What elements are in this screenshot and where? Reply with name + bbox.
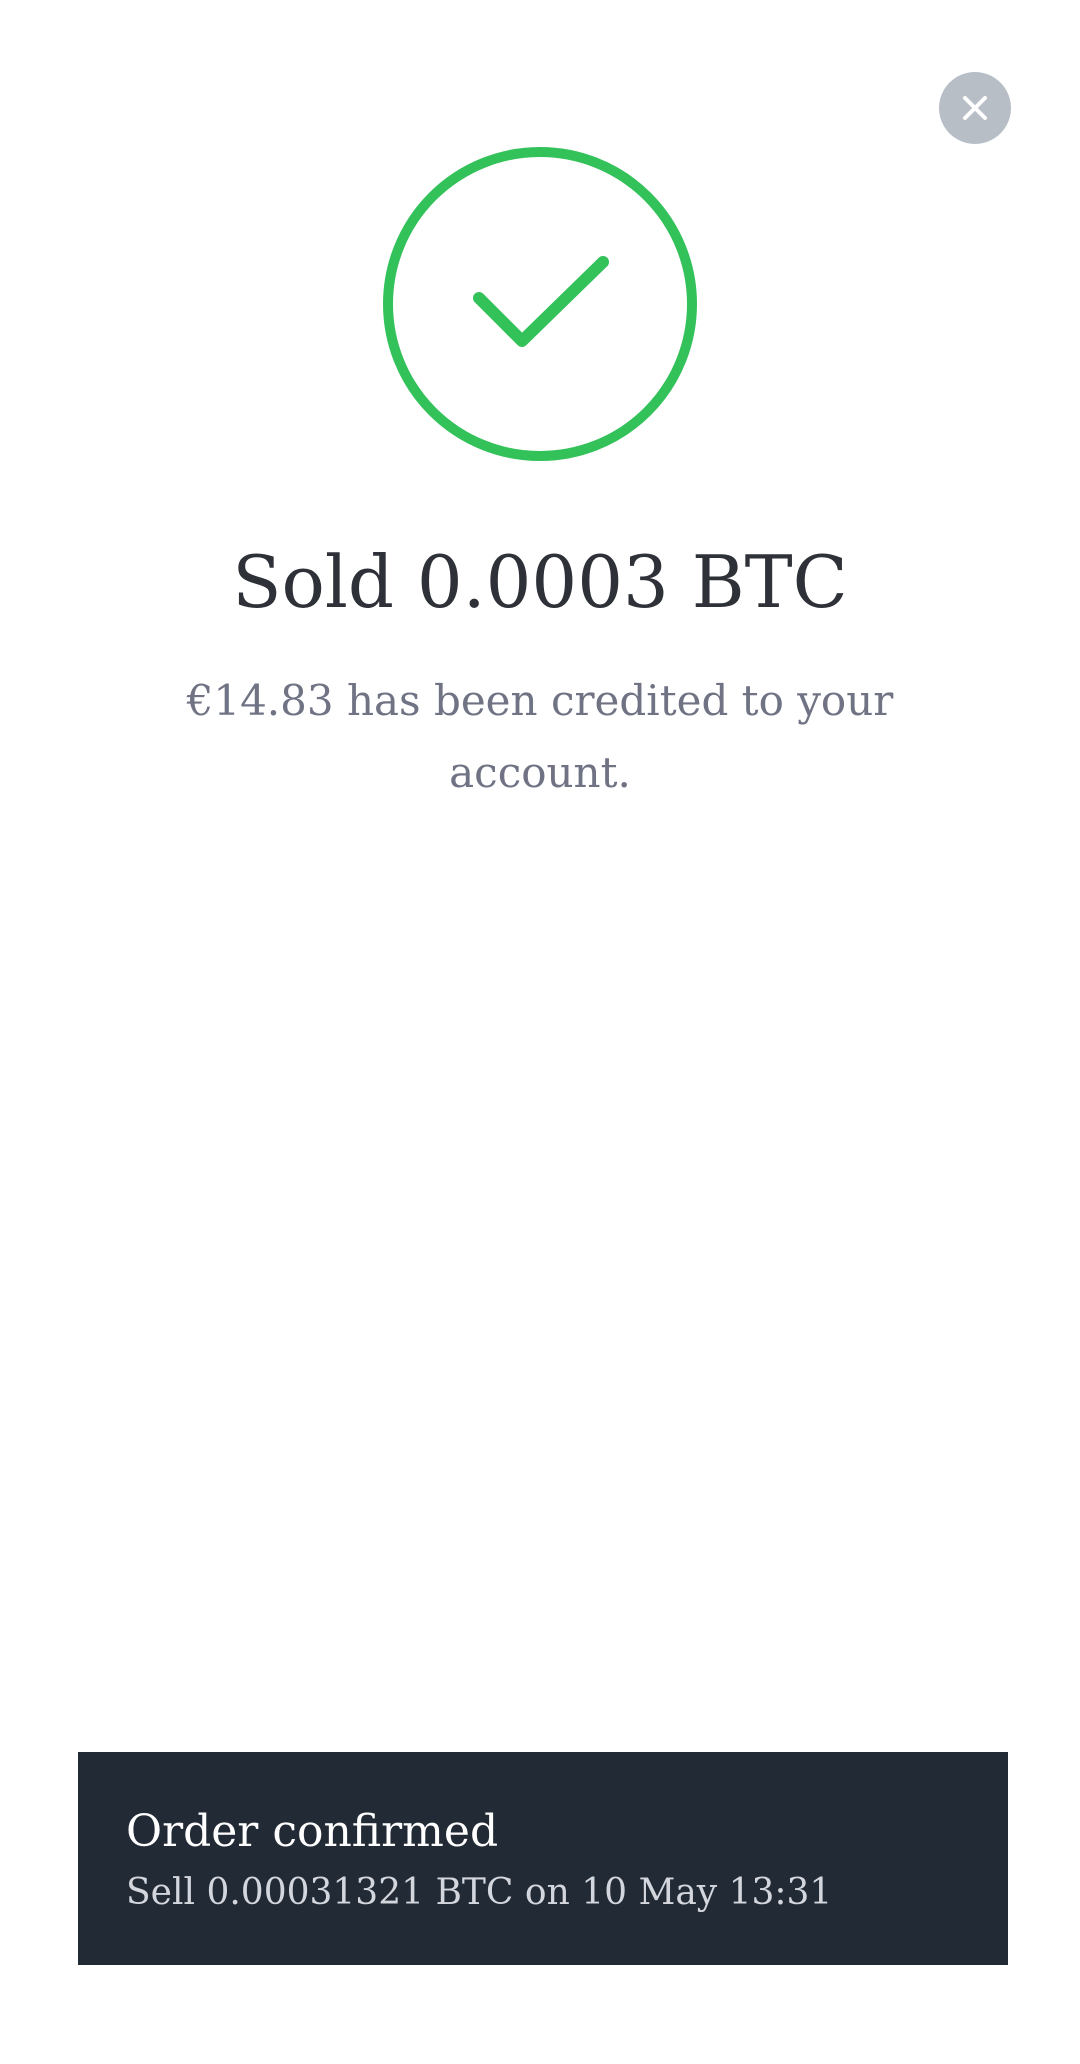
check-circle-icon — [381, 145, 699, 463]
toast-title: Order confirmed — [126, 1806, 499, 1857]
order-confirmed-toast: Order confirmed Sell 0.00031321 BTC on 1… — [78, 1752, 1008, 1965]
close-button[interactable] — [939, 72, 1011, 144]
page-title: Sold 0.0003 BTC — [232, 540, 848, 624]
close-icon — [961, 94, 989, 122]
credit-message: €14.83 has been credited to your account… — [186, 676, 894, 797]
toast-detail: Sell 0.00031321 BTC on 10 May 13:31 — [126, 1872, 833, 1913]
